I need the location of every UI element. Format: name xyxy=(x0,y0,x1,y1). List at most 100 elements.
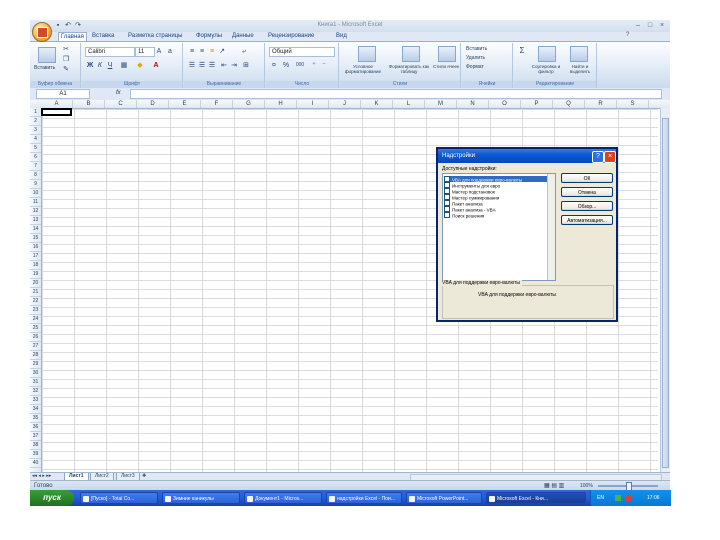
vertical-scroll-thumb[interactable] xyxy=(662,118,669,468)
row-header[interactable]: 23 xyxy=(30,306,41,315)
thousands-button[interactable]: 000 xyxy=(294,62,306,69)
orientation-icon[interactable]: ↗ xyxy=(218,48,226,55)
tray-antivirus-icon[interactable] xyxy=(625,495,631,501)
maximize-button[interactable]: □ xyxy=(644,21,656,30)
tab-insert[interactable]: Вставка xyxy=(90,32,116,41)
row-header[interactable]: 19 xyxy=(30,270,41,279)
row-header[interactable]: 9 xyxy=(30,180,41,189)
merge-center-icon[interactable]: ⊞ xyxy=(242,62,250,69)
browse-button[interactable]: Обзор... xyxy=(561,201,613,211)
addin-item[interactable]: Поиск решения xyxy=(444,212,548,219)
row-header[interactable]: 18 xyxy=(30,261,41,270)
row-header[interactable]: 2 xyxy=(30,117,41,126)
row-header[interactable]: 34 xyxy=(30,405,41,414)
row-header[interactable]: 27 xyxy=(30,342,41,351)
delete-cells-button[interactable]: Удалить xyxy=(466,55,485,61)
column-header[interactable]: I xyxy=(297,100,329,108)
sort-filter-icon[interactable] xyxy=(538,46,556,62)
cancel-button[interactable]: Отмена xyxy=(561,187,613,197)
format-table-icon[interactable] xyxy=(402,46,420,62)
row-header[interactable]: 16 xyxy=(30,243,41,252)
wrap-text-icon[interactable]: ⤶ xyxy=(240,48,248,55)
row-header[interactable]: 1 xyxy=(30,108,41,117)
row-header[interactable]: 38 xyxy=(30,441,41,450)
vertical-scrollbar[interactable] xyxy=(660,108,670,478)
name-box[interactable]: A1 xyxy=(36,89,90,99)
align-left-icon[interactable]: ☰ xyxy=(188,62,196,69)
font-size-select[interactable]: 11 xyxy=(135,47,155,57)
grow-font-icon[interactable]: A xyxy=(155,48,163,55)
task-item[interactable]: Зимние каникулы xyxy=(162,492,240,504)
task-item[interactable]: [Пуско] - Total Co... xyxy=(80,492,158,504)
shrink-font-icon[interactable]: a xyxy=(166,48,174,55)
office-button[interactable] xyxy=(32,22,52,42)
tab-page-layout[interactable]: Разметка страницы xyxy=(126,32,184,41)
active-cell[interactable] xyxy=(41,108,72,116)
row-header[interactable]: 31 xyxy=(30,378,41,387)
column-header[interactable]: E xyxy=(169,100,201,108)
format-cells-button[interactable]: Формат xyxy=(466,64,484,70)
column-header[interactable]: K xyxy=(361,100,393,108)
ok-button[interactable]: ОК xyxy=(561,173,613,183)
column-header[interactable]: N xyxy=(457,100,489,108)
conditional-format-icon[interactable] xyxy=(358,46,376,62)
insert-function-button[interactable]: fx xyxy=(116,89,126,97)
zoom-slider-knob[interactable] xyxy=(626,482,632,490)
tab-review[interactable]: Рецензирование xyxy=(266,32,316,41)
row-header[interactable]: 39 xyxy=(30,450,41,459)
column-header[interactable]: L xyxy=(393,100,425,108)
currency-icon[interactable]: ¤ xyxy=(270,62,278,69)
find-select-button[interactable]: Найти и выделить xyxy=(564,64,596,74)
font-name-select[interactable]: Calibri xyxy=(85,47,135,57)
dialog-close-icon[interactable]: × xyxy=(604,151,616,163)
column-header[interactable]: H xyxy=(265,100,297,108)
row-header[interactable]: 30 xyxy=(30,369,41,378)
insert-cells-button[interactable]: Вставить xyxy=(466,46,487,52)
close-button[interactable]: × xyxy=(656,21,668,30)
find-select-icon[interactable] xyxy=(570,46,588,62)
autosum-button[interactable]: Σ xyxy=(518,47,526,55)
row-header[interactable]: 7 xyxy=(30,162,41,171)
italic-button[interactable]: К xyxy=(96,62,104,69)
row-header[interactable]: 6 xyxy=(30,153,41,162)
automation-button[interactable]: Автоматизация... xyxy=(561,215,613,225)
row-header[interactable]: 29 xyxy=(30,360,41,369)
row-header[interactable]: 32 xyxy=(30,387,41,396)
row-header[interactable]: 11 xyxy=(30,198,41,207)
column-header[interactable]: C xyxy=(105,100,137,108)
column-header[interactable]: F xyxy=(201,100,233,108)
cell-styles-icon[interactable] xyxy=(438,46,456,62)
tray-network-icon[interactable] xyxy=(615,495,621,501)
row-header[interactable]: 33 xyxy=(30,396,41,405)
row-header[interactable]: 15 xyxy=(30,234,41,243)
view-buttons-icon[interactable]: ▦ ▤ ▥ xyxy=(544,482,564,489)
row-header[interactable]: 35 xyxy=(30,414,41,423)
row-header[interactable]: 28 xyxy=(30,351,41,360)
conditional-format-button[interactable]: Условное форматирование xyxy=(342,64,384,74)
row-header[interactable]: 13 xyxy=(30,216,41,225)
row-header[interactable]: 12 xyxy=(30,207,41,216)
row-header[interactable]: 3 xyxy=(30,126,41,135)
align-center-icon[interactable]: ☰ xyxy=(198,62,206,69)
row-header[interactable]: 20 xyxy=(30,279,41,288)
column-header[interactable]: P xyxy=(521,100,553,108)
row-header[interactable]: 22 xyxy=(30,297,41,306)
column-header[interactable]: M xyxy=(425,100,457,108)
task-item[interactable]: Microsoft PowerPoint... xyxy=(406,492,482,504)
sheet-nav-icon[interactable]: ◂◂ ◂ ▸ ▸▸ xyxy=(32,473,51,479)
zoom-slider[interactable] xyxy=(598,482,658,490)
paste-icon[interactable] xyxy=(38,47,56,63)
copy-icon[interactable]: ❐ xyxy=(62,56,70,63)
row-header[interactable]: 5 xyxy=(30,144,41,153)
column-header[interactable]: D xyxy=(137,100,169,108)
formula-input[interactable] xyxy=(130,89,662,99)
row-header[interactable]: 36 xyxy=(30,423,41,432)
align-right-icon[interactable]: ☰ xyxy=(208,62,216,69)
row-header[interactable]: 25 xyxy=(30,324,41,333)
cut-icon[interactable]: ✂ xyxy=(62,46,70,53)
align-top-icon[interactable]: ≡ xyxy=(188,48,196,55)
language-indicator[interactable]: EN xyxy=(597,490,604,506)
row-header[interactable]: 8 xyxy=(30,171,41,180)
increase-indent-icon[interactable]: ⇥ xyxy=(230,62,238,69)
fill-color-icon[interactable]: ◆ xyxy=(136,62,144,69)
